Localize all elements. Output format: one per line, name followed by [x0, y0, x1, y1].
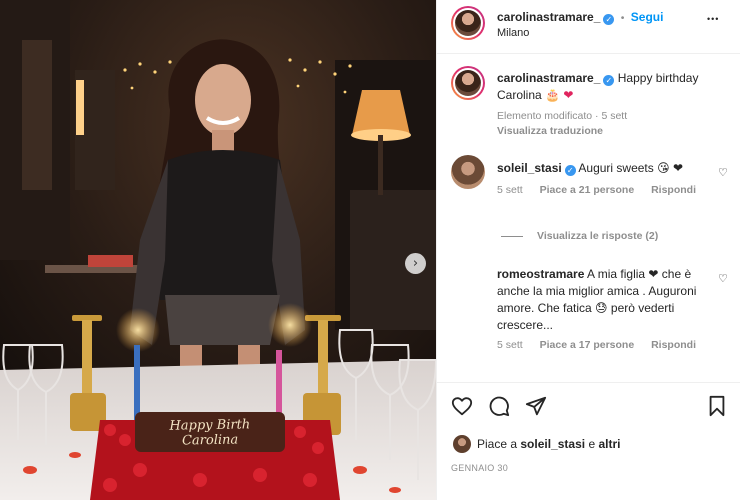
comment-text: Auguri sweets 😘 ❤ — [578, 161, 683, 175]
comment-meta: 5 sett Piace a 17 persone Rispondi — [497, 339, 696, 351]
cake-text-line2: Carolina — [181, 432, 239, 449]
cake-text: Happy Birth Carolina — [140, 417, 281, 449]
caption-emojis: 🎂 ❤ — [545, 88, 574, 102]
post-date[interactable]: GENNAIO 30 — [451, 463, 508, 473]
likes-middle: e — [588, 437, 596, 451]
header-username[interactable]: carolinastramare_ — [497, 10, 600, 24]
bookmark-icon[interactable] — [707, 395, 727, 417]
like-comment-icon[interactable]: ♡ — [718, 166, 728, 179]
likes-prefix: Piace a — [477, 437, 518, 451]
heart-icon[interactable] — [451, 395, 473, 417]
follow-button[interactable]: Segui — [631, 10, 664, 24]
comment-username[interactable]: soleil_stasi — [497, 161, 562, 175]
instagram-post: Happy Birth Carolina › carolinastramare_… — [0, 0, 740, 500]
comment-2: romeostramare A mia figlia ❤ che è anche… — [497, 266, 709, 334]
caption-meta: Elemento modificato · 5 sett — [497, 110, 628, 122]
likes-user[interactable]: soleil_stasi — [520, 437, 585, 451]
post-header: carolinastramare_ ✓ • Segui Milano ••• — [437, 0, 740, 54]
comment-icon[interactable] — [488, 395, 510, 417]
like-comment-icon[interactable]: ♡ — [718, 272, 728, 285]
comment-time: 5 sett — [497, 339, 523, 351]
likes-summary: Piace a soleil_stasi e altri — [477, 437, 620, 451]
liker-avatar[interactable] — [453, 435, 471, 453]
caption-username[interactable]: carolinastramare_ — [497, 71, 600, 85]
likes-others[interactable]: altri — [598, 437, 620, 451]
caption: carolinastramare_ ✓ Happy birthday Caroli… — [497, 70, 727, 104]
view-replies-button[interactable]: Visualizza le risposte (2) — [537, 230, 658, 242]
verified-icon: ✓ — [603, 75, 615, 86]
comment-username[interactable]: romeostramare — [497, 267, 584, 281]
caption-avatar[interactable] — [451, 66, 485, 100]
next-photo-button[interactable]: › — [405, 253, 426, 274]
more-options-icon[interactable]: ••• — [707, 14, 719, 24]
share-icon[interactable] — [525, 395, 547, 417]
verified-icon: ✓ — [603, 14, 615, 25]
post-photo[interactable]: Happy Birth Carolina › — [0, 0, 436, 500]
separator-dot: • — [620, 12, 625, 24]
comment-likes[interactable]: Piace a 21 persone — [540, 184, 635, 196]
reply-button[interactable]: Rispondi — [651, 184, 696, 196]
comment-1: soleil_stasi ✓ Auguri sweets 😘 ❤ — [497, 160, 712, 177]
replies-divider — [501, 236, 523, 237]
chevron-right-icon: › — [412, 256, 419, 271]
comment-avatar[interactable] — [451, 155, 485, 189]
translate-link[interactable]: Visualizza traduzione — [497, 125, 603, 137]
comment-meta: 5 sett Piace a 21 persone Rispondi — [497, 184, 696, 196]
post-location[interactable]: Milano — [497, 27, 529, 39]
action-bar: Piace a soleil_stasi e altri GENNAIO 30 — [437, 382, 740, 500]
verified-icon: ✓ — [564, 165, 576, 176]
post-sidebar: carolinastramare_ ✓ • Segui Milano ••• ca… — [436, 0, 740, 500]
comment-likes[interactable]: Piace a 17 persone — [540, 339, 635, 351]
reply-button[interactable]: Rispondi — [651, 339, 696, 351]
comment-time: 5 sett — [497, 184, 523, 196]
header-user-row: carolinastramare_ ✓ • Segui — [497, 10, 663, 25]
avatar[interactable] — [451, 6, 485, 40]
